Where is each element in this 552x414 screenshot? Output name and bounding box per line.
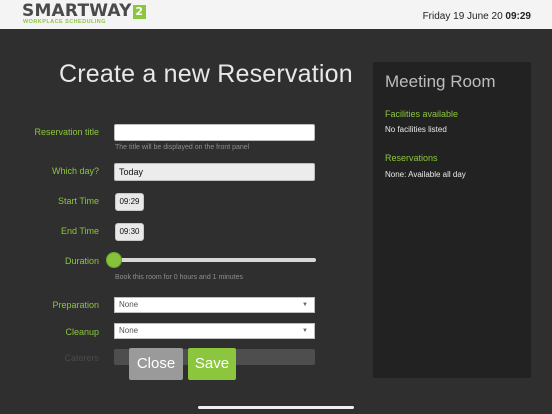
reservation-title-input[interactable]	[114, 124, 315, 141]
smartway-logo: SMARTWAY 2 WORKPLACE SCHEDULING	[22, 1, 146, 25]
which-day-select[interactable]: Today	[114, 163, 315, 181]
date-text: Friday 19 June 20	[422, 11, 503, 22]
logo-badge: 2	[132, 5, 146, 19]
date-time: Friday 19 June 20 09:29	[423, 11, 531, 22]
end-time-button[interactable]: 09:30	[115, 223, 144, 241]
start-time-button[interactable]: 09:29	[115, 193, 144, 211]
cleanup-value: None	[119, 326, 139, 335]
duration-label: Duration	[64, 256, 99, 266]
top-bar: SMARTWAY 2 WORKPLACE SCHEDULING Friday 19…	[0, 0, 552, 29]
room-name: Meeting Room	[385, 72, 496, 91]
reservations-text: None: Available all day	[385, 170, 466, 179]
facilities-text: No facilities listed	[385, 125, 447, 134]
room-panel: Meeting Room Facilities available No fac…	[373, 62, 531, 378]
reservation-title-hint: The title will be displayed on the front…	[115, 144, 250, 151]
caterers-label: Caterers	[64, 353, 99, 363]
end-time-label: End Time	[60, 226, 99, 236]
duration-hint: Book this room for 0 hours and 1 minutes	[115, 274, 244, 281]
which-day-label: Which day?	[51, 166, 99, 176]
home-indicator[interactable]	[198, 406, 354, 409]
facilities-heading: Facilities available	[385, 109, 459, 119]
page-title: Create a new Reservation	[59, 60, 353, 88]
preparation-dropdown[interactable]: None ▼	[114, 297, 315, 313]
cleanup-label: Cleanup	[65, 327, 99, 337]
preparation-label: Preparation	[52, 300, 99, 310]
save-button[interactable]: Save	[188, 348, 236, 380]
duration-slider-track[interactable]	[114, 258, 316, 262]
close-button[interactable]: Close	[129, 348, 183, 380]
caret-down-icon: ▼	[302, 328, 308, 334]
logo-wordmark: SMARTWAY	[22, 1, 132, 21]
start-time-label: Start Time	[57, 196, 99, 206]
logo-subtitle: WORKPLACE SCHEDULING	[23, 19, 106, 25]
cleanup-dropdown[interactable]: None ▼	[114, 323, 315, 339]
reservations-heading: Reservations	[385, 153, 438, 163]
caret-down-icon: ▼	[302, 302, 308, 308]
duration-slider-knob[interactable]	[106, 252, 122, 268]
clock-text: 09:29	[505, 11, 531, 22]
preparation-value: None	[119, 300, 139, 309]
reservation-title-label: Reservation title	[34, 127, 99, 137]
